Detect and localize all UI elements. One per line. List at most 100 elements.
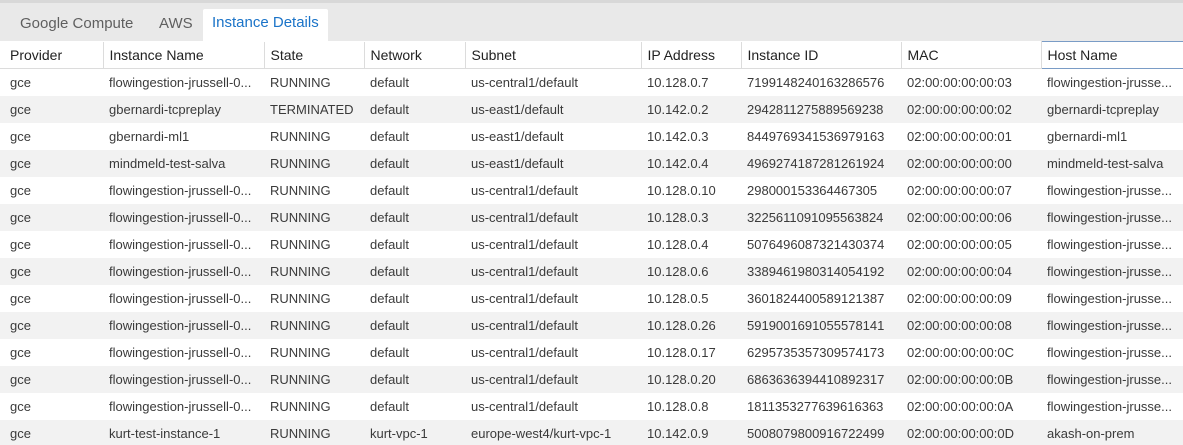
cell-network: default — [364, 203, 465, 231]
table-row[interactable]: gce flowingestion-jrussell-0... RUNNING def… — [0, 257, 1183, 285]
tab-bar: Google Compute AWS Instance Details — [0, 0, 1183, 44]
cell-provider: gce — [0, 122, 103, 150]
cell-mac: 02:00:00:00:00:06 — [901, 203, 1041, 231]
cell-state: RUNNING — [264, 257, 364, 285]
cell-provider: gce — [0, 284, 103, 312]
cell-host-name: flowingestion-jrusse... — [1041, 203, 1183, 231]
tab-google-compute[interactable]: Google Compute — [20, 10, 133, 44]
cell-host-name: flowingestion-jrusse... — [1041, 176, 1183, 204]
table-row[interactable]: gce flowingestion-jrussell-0... RUNNING def… — [0, 365, 1183, 393]
cell-instance-id: 3601824400589121387 — [741, 284, 901, 312]
cell-provider: gce — [0, 95, 103, 123]
cell-ip-address: 10.128.0.3 — [641, 203, 741, 231]
cell-state: RUNNING — [264, 122, 364, 150]
tab-instance-details[interactable]: Instance Details — [203, 9, 328, 43]
table-row[interactable]: gce flowingestion-jrussell-0... RUNNING def… — [0, 176, 1183, 204]
table-row[interactable]: gce flowingestion-jrussell-0... RUNNING def… — [0, 392, 1183, 420]
cell-instance-name: gbernardi-ml1 — [103, 122, 264, 150]
column-header-instance-name[interactable]: Instance Name — [103, 41, 265, 69]
cell-provider: gce — [0, 176, 103, 204]
cell-instance-name: flowingestion-jrussell-0... — [103, 203, 264, 231]
cell-network: default — [364, 122, 465, 150]
tab-aws[interactable]: AWS — [159, 10, 193, 44]
cell-state: RUNNING — [264, 149, 364, 177]
cell-mac: 02:00:00:00:00:02 — [901, 95, 1041, 123]
cell-ip-address: 10.128.0.10 — [641, 176, 741, 204]
cell-network: kurt-vpc-1 — [364, 419, 465, 445]
column-header-subnet[interactable]: Subnet — [465, 41, 642, 69]
cell-state: RUNNING — [264, 338, 364, 366]
table-body: gce flowingestion-jrussell-0... RUNNING def… — [0, 68, 1183, 445]
cell-subnet: us-central1/default — [465, 311, 641, 339]
cell-ip-address: 10.142.0.2 — [641, 95, 741, 123]
column-header-host-name[interactable]: Host Name — [1040, 41, 1183, 69]
cell-instance-name: flowingestion-jrussell-0... — [103, 365, 264, 393]
table-row[interactable]: gce kurt-test-instance-1 RUNNING kurt-vpc-1… — [0, 419, 1183, 445]
table-row[interactable]: gce flowingestion-jrussell-0... RUNNING def… — [0, 203, 1183, 231]
cell-host-name: akash-on-prem — [1041, 419, 1183, 445]
cell-host-name: flowingestion-jrusse... — [1041, 338, 1183, 366]
cell-host-name: flowingestion-jrusse... — [1041, 311, 1183, 339]
cell-mac: 02:00:00:00:00:01 — [901, 122, 1041, 150]
cell-instance-name: flowingestion-jrussell-0... — [103, 230, 264, 258]
cell-mac: 02:00:00:00:00:08 — [901, 311, 1041, 339]
table-row[interactable]: gce flowingestion-jrussell-0... RUNNING def… — [0, 311, 1183, 339]
cell-ip-address: 10.128.0.6 — [641, 257, 741, 285]
instance-table-container: Provider Instance Name State Network Sub… — [0, 41, 1183, 445]
cell-subnet: us-central1/default — [465, 338, 641, 366]
cell-ip-address: 10.128.0.7 — [641, 68, 741, 96]
cell-instance-id: 5076496087321430374 — [741, 230, 901, 258]
cell-provider: gce — [0, 230, 103, 258]
cell-host-name: flowingestion-jrusse... — [1041, 365, 1183, 393]
cell-host-name: flowingestion-jrusse... — [1041, 230, 1183, 258]
cell-provider: gce — [0, 311, 103, 339]
cell-provider: gce — [0, 365, 103, 393]
table-row[interactable]: gce flowingestion-jrussell-0... RUNNING def… — [0, 230, 1183, 258]
table-row[interactable]: gce gbernardi-tcpreplay TERMINATED default u… — [0, 95, 1183, 123]
cell-network: default — [364, 149, 465, 177]
instance-table: Provider Instance Name State Network Sub… — [0, 41, 1183, 445]
cell-instance-id: 8449769341536979163 — [741, 122, 901, 150]
cell-subnet: us-east1/default — [465, 122, 641, 150]
cell-mac: 02:00:00:00:00:05 — [901, 230, 1041, 258]
cell-network: default — [364, 392, 465, 420]
cell-host-name: gbernardi-tcpreplay — [1041, 95, 1183, 123]
table-row[interactable]: gce flowingestion-jrussell-0... RUNNING def… — [0, 338, 1183, 366]
cell-ip-address: 10.142.0.4 — [641, 149, 741, 177]
cell-ip-address: 10.128.0.26 — [641, 311, 741, 339]
cell-subnet: us-central1/default — [465, 203, 641, 231]
cell-subnet: us-central1/default — [465, 392, 641, 420]
cell-network: default — [364, 284, 465, 312]
column-header-ip-address[interactable]: IP Address — [641, 41, 742, 69]
cell-instance-id: 4969274187281261924 — [741, 149, 901, 177]
cell-host-name: mindmeld-test-salva — [1041, 149, 1183, 177]
cell-provider: gce — [0, 392, 103, 420]
cell-ip-address: 10.128.0.5 — [641, 284, 741, 312]
table-row[interactable]: gce mindmeld-test-salva RUNNING default us-e… — [0, 149, 1183, 177]
cell-instance-name: mindmeld-test-salva — [103, 149, 264, 177]
column-header-provider[interactable]: Provider — [0, 41, 104, 69]
cell-subnet: us-central1/default — [465, 365, 641, 393]
cell-subnet: europe-west4/kurt-vpc-1 — [465, 419, 641, 445]
cell-state: TERMINATED — [264, 95, 364, 123]
column-header-mac[interactable]: MAC — [901, 41, 1042, 69]
cell-instance-id: 6295735357309574173 — [741, 338, 901, 366]
cell-instance-id: 7199148240163286576 — [741, 68, 901, 96]
cell-instance-id: 3225611091095563824 — [741, 203, 901, 231]
cell-state: RUNNING — [264, 230, 364, 258]
column-header-instance-id[interactable]: Instance ID — [741, 41, 902, 69]
cell-instance-id: 298000153364467305 — [741, 176, 901, 204]
column-header-state[interactable]: State — [264, 41, 365, 69]
cell-instance-name: gbernardi-tcpreplay — [103, 95, 264, 123]
cell-mac: 02:00:00:00:00:00 — [901, 149, 1041, 177]
cell-instance-name: flowingestion-jrussell-0... — [103, 392, 264, 420]
cell-subnet: us-central1/default — [465, 257, 641, 285]
table-row[interactable]: gce flowingestion-jrussell-0... RUNNING def… — [0, 68, 1183, 96]
table-row[interactable]: gce gbernardi-ml1 RUNNING default us-east1/d… — [0, 122, 1183, 150]
cell-mac: 02:00:00:00:00:0C — [901, 338, 1041, 366]
cell-network: default — [364, 230, 465, 258]
cell-provider: gce — [0, 257, 103, 285]
table-row[interactable]: gce flowingestion-jrussell-0... RUNNING def… — [0, 284, 1183, 312]
cell-instance-name: flowingestion-jrussell-0... — [103, 68, 264, 96]
column-header-network[interactable]: Network — [364, 41, 466, 69]
